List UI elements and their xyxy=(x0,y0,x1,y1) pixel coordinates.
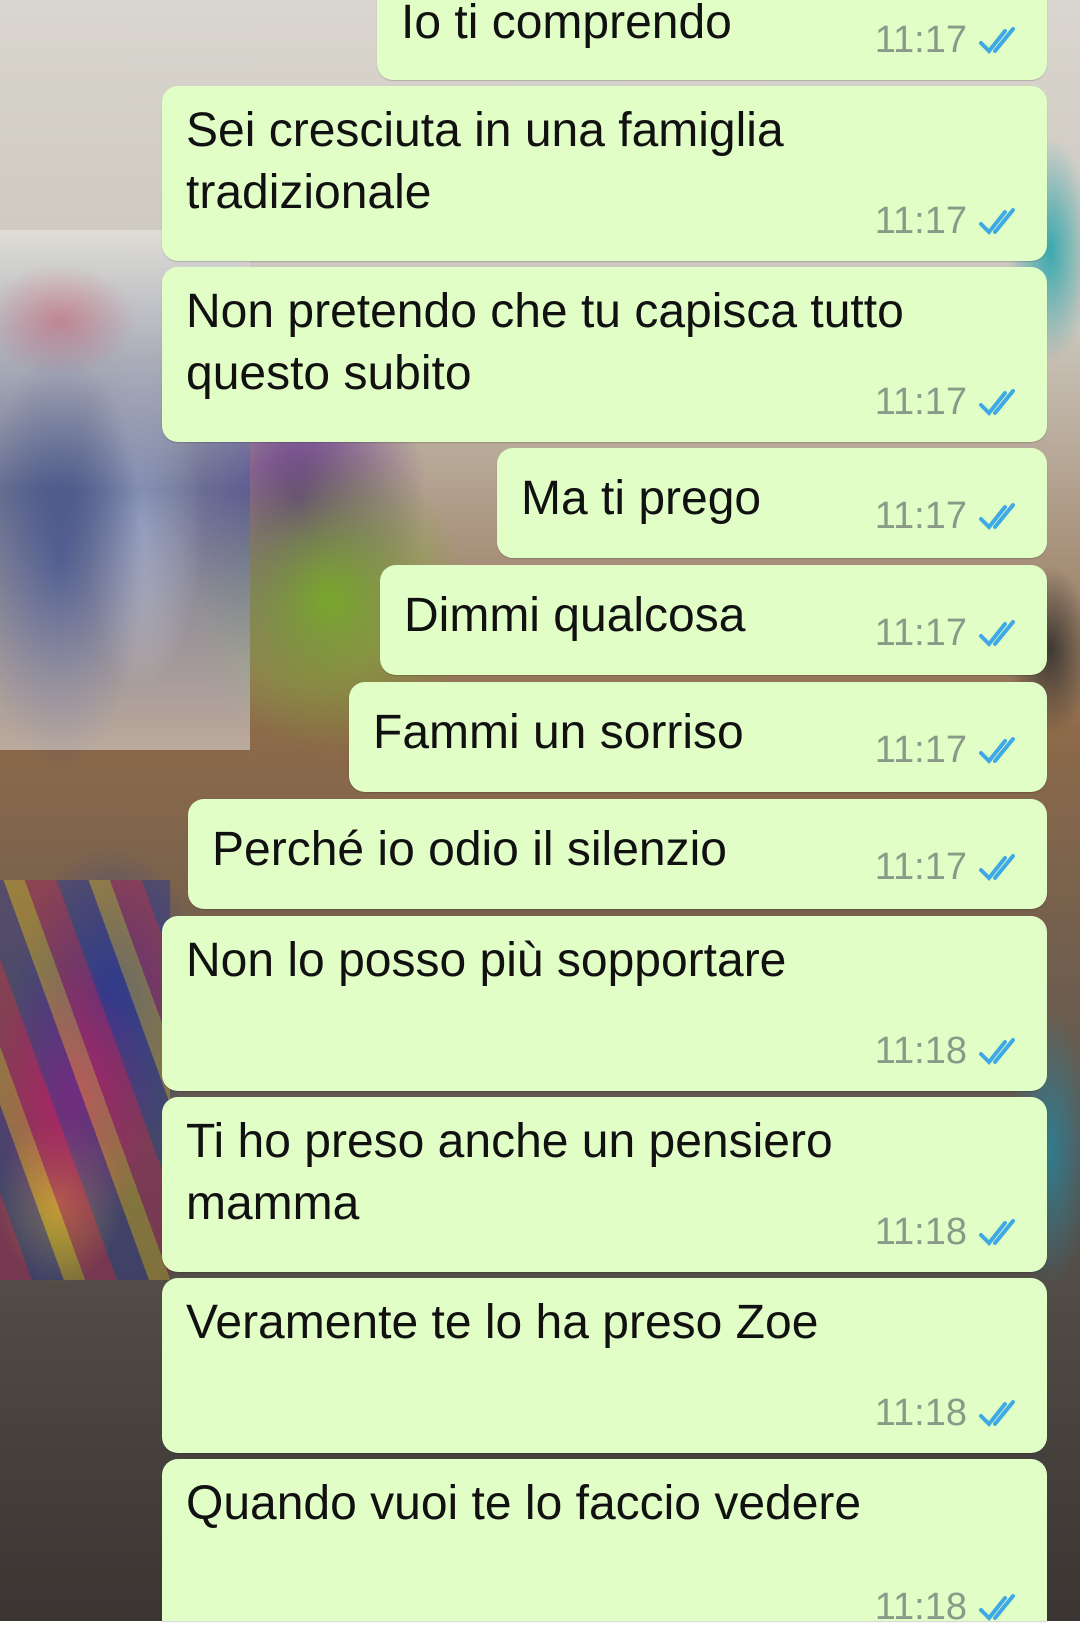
message-bubble[interactable]: Veramente te lo ha preso Zoe 11:18 xyxy=(162,1278,1047,1453)
message-time: 11:17 xyxy=(874,729,967,771)
message-meta: 11:18 xyxy=(875,1392,1023,1435)
message-bubble[interactable]: Non pretendo che tu capisca tutto questo… xyxy=(162,267,1047,442)
message-bubble[interactable]: Io ti comprendo 11:17 xyxy=(377,0,1047,80)
message-bubble[interactable]: Fammi un sorriso 11:17 xyxy=(349,682,1047,792)
message-bubble[interactable]: Ti ho preso anche un pensiero mamma 11:1… xyxy=(162,1097,1047,1272)
message-meta: 11:17 xyxy=(875,612,1023,655)
message-meta: 11:18 xyxy=(875,1211,1023,1254)
message-time: 11:17 xyxy=(874,495,967,537)
message-meta: 11:17 xyxy=(875,200,1023,243)
message-time: 11:18 xyxy=(874,1211,967,1253)
message-time: 11:18 xyxy=(874,1030,967,1072)
message-time: 11:17 xyxy=(874,612,967,654)
message-time: 11:18 xyxy=(874,1586,967,1628)
message-meta: 11:18 xyxy=(875,1586,1023,1629)
message-time: 11:17 xyxy=(874,846,967,888)
message-list[interactable]: Io ti comprendo 11:17 Sei cresciuta in u… xyxy=(0,0,1080,1628)
message-meta: 11:17 xyxy=(875,729,1023,772)
message-bubble[interactable]: Sei cresciuta in una famiglia tradiziona… xyxy=(162,86,1047,261)
double-check-read-icon xyxy=(979,388,1015,416)
message-bubble[interactable]: Ma ti prego 11:17 xyxy=(497,448,1047,558)
message-meta: 11:17 xyxy=(875,19,1023,62)
message-text: Non lo posso più sopportare xyxy=(186,934,787,987)
double-check-read-icon xyxy=(979,1399,1015,1427)
message-time: 11:17 xyxy=(874,200,967,242)
double-check-read-icon xyxy=(979,502,1015,530)
double-check-read-icon xyxy=(979,1218,1015,1246)
double-check-read-icon xyxy=(979,619,1015,647)
double-check-read-icon xyxy=(979,1593,1015,1621)
double-check-read-icon xyxy=(979,736,1015,764)
message-time: 11:17 xyxy=(874,19,967,61)
double-check-read-icon xyxy=(979,207,1015,235)
message-bubble[interactable]: Perché io odio il silenzio 11:17 xyxy=(188,799,1047,909)
message-meta: 11:18 xyxy=(875,1030,1023,1073)
message-meta: 11:17 xyxy=(875,381,1023,424)
message-text: Veramente te lo ha preso Zoe xyxy=(186,1296,819,1349)
message-time: 11:18 xyxy=(874,1392,967,1434)
message-bubble[interactable]: Quando vuoi te lo faccio vedere 11:18 xyxy=(162,1459,1047,1628)
message-bubble[interactable]: Non lo posso più sopportare 11:18 xyxy=(162,916,1047,1091)
double-check-read-icon xyxy=(979,1037,1015,1065)
double-check-read-icon xyxy=(979,853,1015,881)
message-meta: 11:17 xyxy=(875,846,1023,889)
message-time: 11:17 xyxy=(874,381,967,423)
double-check-read-icon xyxy=(979,26,1015,54)
message-text: Quando vuoi te lo faccio vedere xyxy=(186,1477,862,1530)
message-bubble[interactable]: Dimmi qualcosa 11:17 xyxy=(380,565,1047,675)
message-meta: 11:17 xyxy=(875,495,1023,538)
